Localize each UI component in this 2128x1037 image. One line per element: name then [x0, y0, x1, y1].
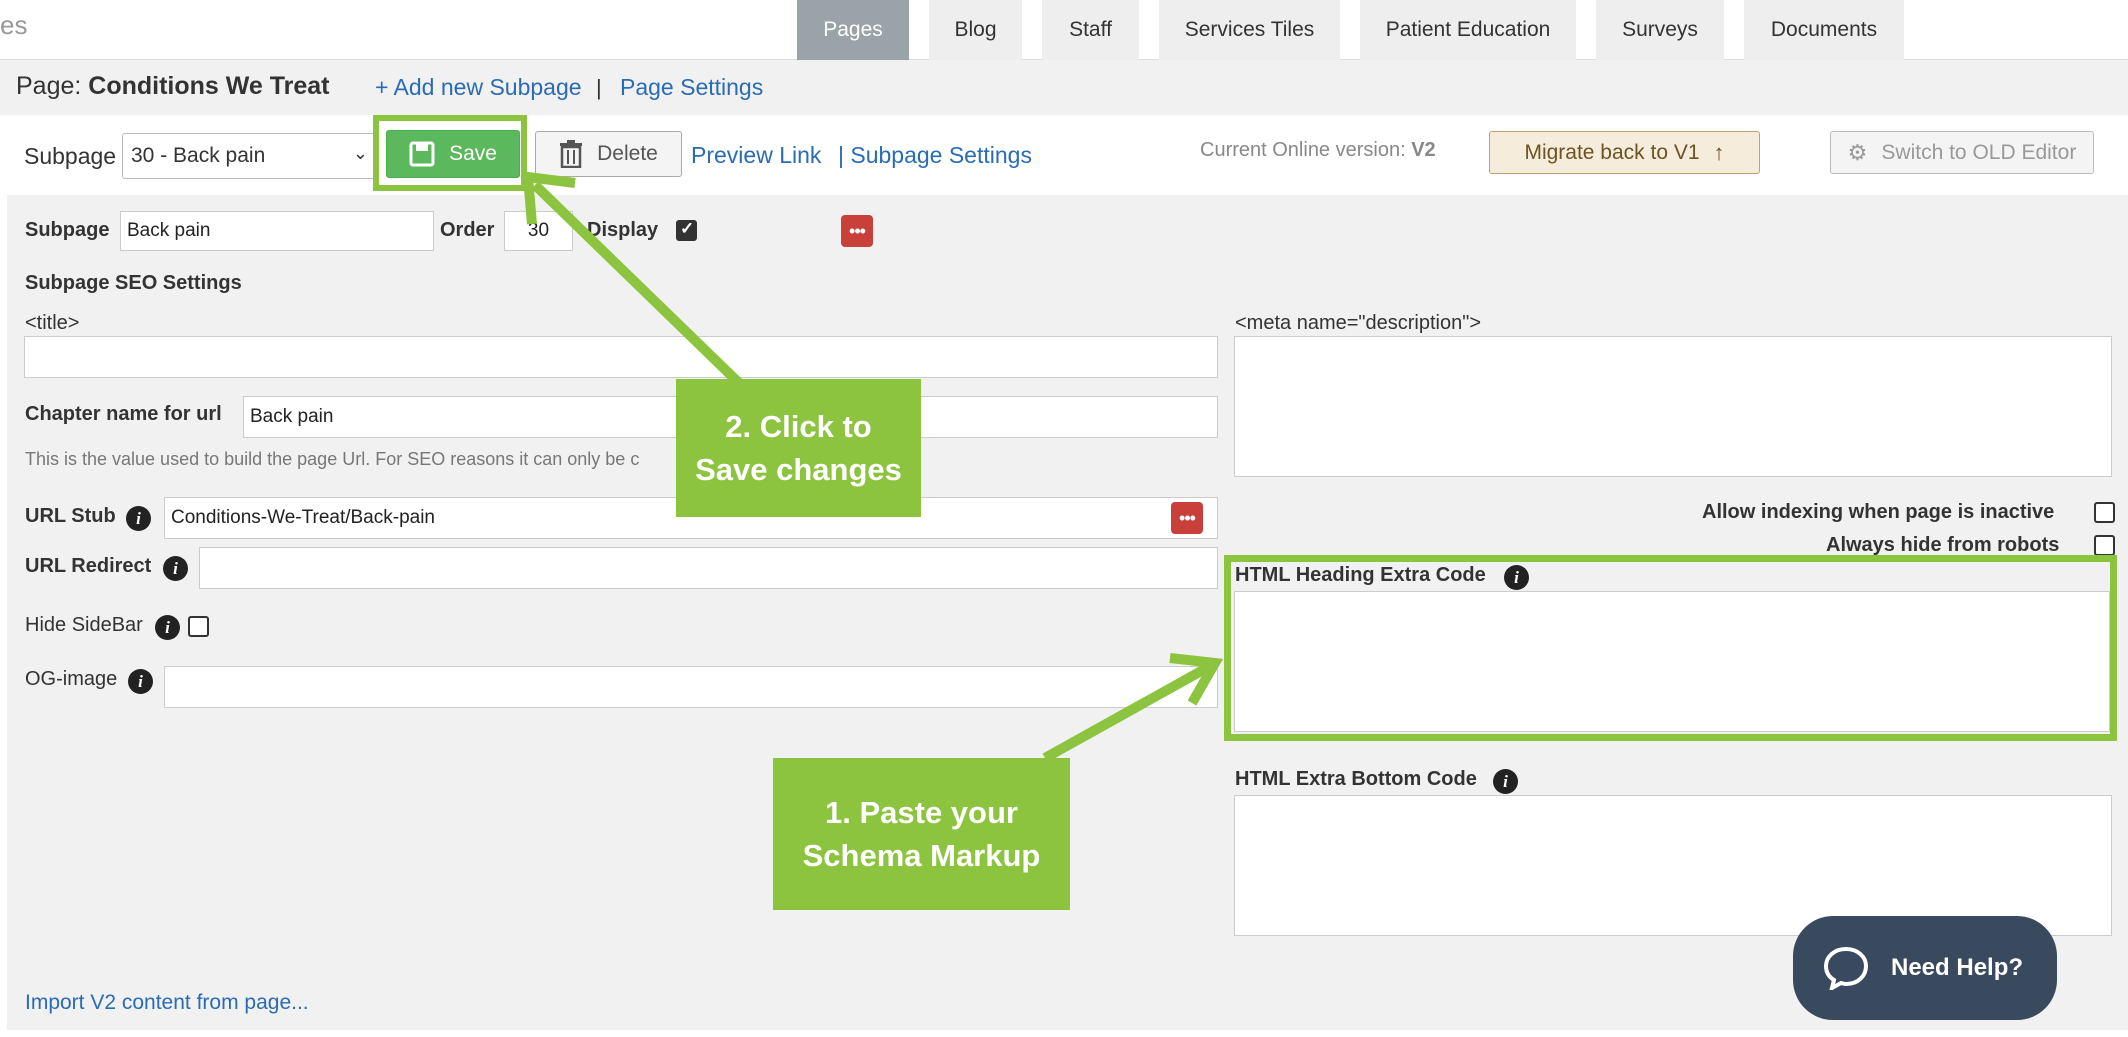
paste-callout-line2: Schema Markup: [802, 838, 1041, 873]
save-arrow-line: [531, 181, 744, 388]
page: es Pages Blog Staff Services Tiles Patie…: [0, 0, 2128, 1037]
need-help-button[interactable]: Need Help?: [1793, 916, 2057, 1020]
save-callout-line1: 2. Click to: [725, 409, 872, 444]
save-callout: 2. Click to Save changes: [676, 379, 921, 517]
paste-callout-line1: 1. Paste your: [825, 795, 1018, 830]
save-callout-line2: Save changes: [695, 452, 902, 487]
paste-arrow-line: [1042, 660, 1215, 763]
need-help-label: Need Help?: [1891, 954, 2024, 981]
chat-bubble-icon: [1823, 946, 1869, 990]
paste-callout: 1. Paste your Schema Markup: [773, 758, 1070, 910]
